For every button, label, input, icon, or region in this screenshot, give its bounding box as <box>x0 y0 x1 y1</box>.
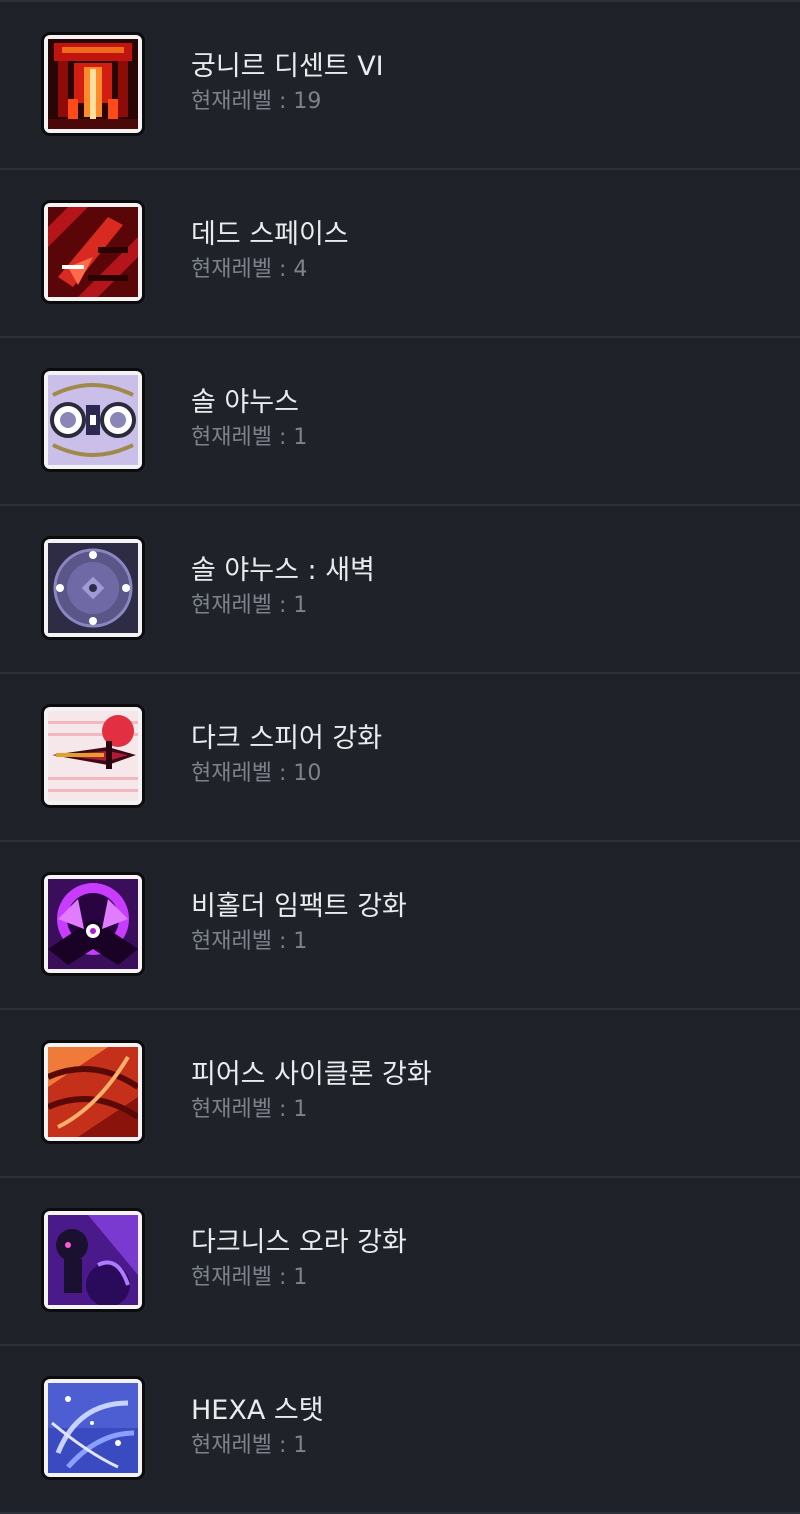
pierce-cyclone-icon <box>41 1040 145 1144</box>
skill-row-darkness-aura[interactable]: 다크니스 오라 강화 현재레벨 : 1 <box>0 1178 800 1346</box>
skill-name: 피어스 사이클론 강화 <box>191 1059 432 1090</box>
skill-name: 솔 야누스 : 새벽 <box>191 555 375 586</box>
skill-name: 데드 스페이스 <box>191 219 349 250</box>
skill-level: 현재레벨 : 1 <box>191 929 308 954</box>
sol-janus-icon <box>41 368 145 472</box>
skill-row-hexa-stat[interactable]: HEXA 스탯 현재레벨 : 1 <box>0 1346 800 1514</box>
skill-level: 현재레벨 : 10 <box>191 761 322 786</box>
skill-row-beholder-impact[interactable]: 비홀더 임팩트 강화 현재레벨 : 1 <box>0 842 800 1010</box>
beholder-impact-icon <box>41 872 145 976</box>
skill-row-sol-janus-dawn[interactable]: 솔 야누스 : 새벽 현재레벨 : 1 <box>0 506 800 674</box>
skill-row-dark-spear[interactable]: 다크 스피어 강화 현재레벨 : 10 <box>0 674 800 842</box>
skill-list: 궁니르 디센트 VI 현재레벨 : 19 데드 스페이스 현재레벨 : 4 솔 … <box>0 0 800 1514</box>
skill-row-gungnir-descent[interactable]: 궁니르 디센트 VI 현재레벨 : 19 <box>0 2 800 170</box>
gungnir-descent-icon <box>41 32 145 136</box>
skill-name: 다크 스피어 강화 <box>191 723 383 754</box>
skill-level: 현재레벨 : 1 <box>191 1433 308 1458</box>
dead-space-icon <box>41 200 145 304</box>
skill-name: 솔 야누스 <box>191 387 299 418</box>
skill-level: 현재레벨 : 1 <box>191 1265 308 1290</box>
skill-row-dead-space[interactable]: 데드 스페이스 현재레벨 : 4 <box>0 170 800 338</box>
skill-level: 현재레벨 : 1 <box>191 593 308 618</box>
hexa-stat-icon <box>41 1376 145 1480</box>
dark-spear-icon <box>41 704 145 808</box>
skill-name: 궁니르 디센트 VI <box>191 51 384 82</box>
darkness-aura-icon <box>41 1208 145 1312</box>
sol-janus-dawn-icon <box>41 536 145 640</box>
skill-level: 현재레벨 : 4 <box>191 257 308 282</box>
skill-level: 현재레벨 : 1 <box>191 425 308 450</box>
skill-level: 현재레벨 : 19 <box>191 89 322 114</box>
skill-level: 현재레벨 : 1 <box>191 1097 308 1122</box>
skill-name: HEXA 스탯 <box>191 1395 324 1426</box>
skill-name: 다크니스 오라 강화 <box>191 1227 407 1258</box>
skill-name: 비홀더 임팩트 강화 <box>191 891 407 922</box>
skill-row-sol-janus[interactable]: 솔 야누스 현재레벨 : 1 <box>0 338 800 506</box>
skill-row-pierce-cyclone[interactable]: 피어스 사이클론 강화 현재레벨 : 1 <box>0 1010 800 1178</box>
